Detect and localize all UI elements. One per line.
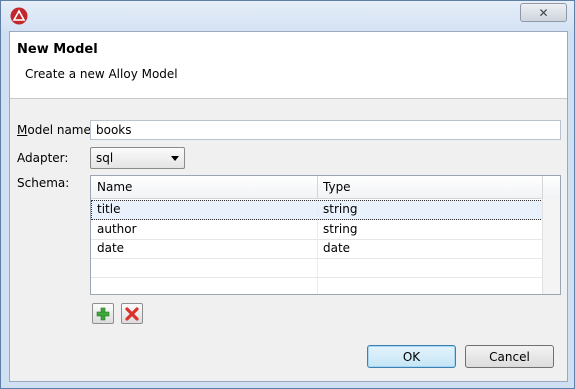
model-name-label-text: odel name: bbox=[27, 123, 95, 137]
alloy-triangle-icon bbox=[10, 7, 28, 25]
dialog-window: ✕ New Model Create a new Alloy Model Mod… bbox=[0, 0, 575, 389]
remove-row-button[interactable] bbox=[121, 303, 143, 324]
cell-type[interactable]: string bbox=[323, 202, 357, 216]
plus-icon bbox=[96, 307, 110, 320]
add-row-button[interactable] bbox=[92, 303, 114, 324]
table-header: Name Type bbox=[91, 176, 560, 199]
adapter-select[interactable]: sql bbox=[90, 147, 185, 169]
dialog-header: New Model Create a new Alloy Model bbox=[10, 32, 567, 99]
adapter-label: Adapter: bbox=[17, 151, 69, 165]
schema-table[interactable]: Name Type title string author string dat… bbox=[90, 175, 561, 295]
page-subtitle: Create a new Alloy Model bbox=[25, 67, 178, 81]
column-divider[interactable] bbox=[542, 176, 543, 198]
adapter-selected-value: sql bbox=[96, 151, 114, 165]
close-icon: ✕ bbox=[538, 5, 549, 20]
title-bar[interactable]: ✕ bbox=[1, 1, 574, 31]
cancel-button[interactable]: Cancel bbox=[465, 345, 554, 368]
cell-name[interactable]: date bbox=[97, 241, 124, 255]
delete-x-icon bbox=[125, 306, 139, 321]
vertical-scrollbar[interactable] bbox=[542, 198, 560, 294]
cell-type[interactable]: date bbox=[323, 241, 350, 255]
cell-name[interactable]: author bbox=[97, 222, 137, 236]
model-name-label: Model name: bbox=[17, 123, 95, 137]
model-name-mnemonic: M bbox=[17, 123, 28, 137]
page-title: New Model bbox=[17, 42, 98, 57]
close-button[interactable]: ✕ bbox=[520, 3, 567, 22]
cell-name[interactable]: title bbox=[97, 202, 120, 216]
ok-button[interactable]: OK bbox=[367, 345, 456, 368]
column-gridline bbox=[317, 198, 318, 294]
chevron-down-icon bbox=[171, 156, 179, 161]
model-name-input[interactable] bbox=[90, 120, 561, 140]
schema-label: Schema: bbox=[17, 176, 70, 190]
column-divider[interactable] bbox=[317, 176, 318, 198]
cell-type[interactable]: string bbox=[323, 222, 357, 236]
column-header-type[interactable]: Type bbox=[323, 180, 351, 194]
dialog-body: New Model Create a new Alloy Model Model… bbox=[9, 31, 568, 382]
column-header-name[interactable]: Name bbox=[97, 180, 132, 194]
